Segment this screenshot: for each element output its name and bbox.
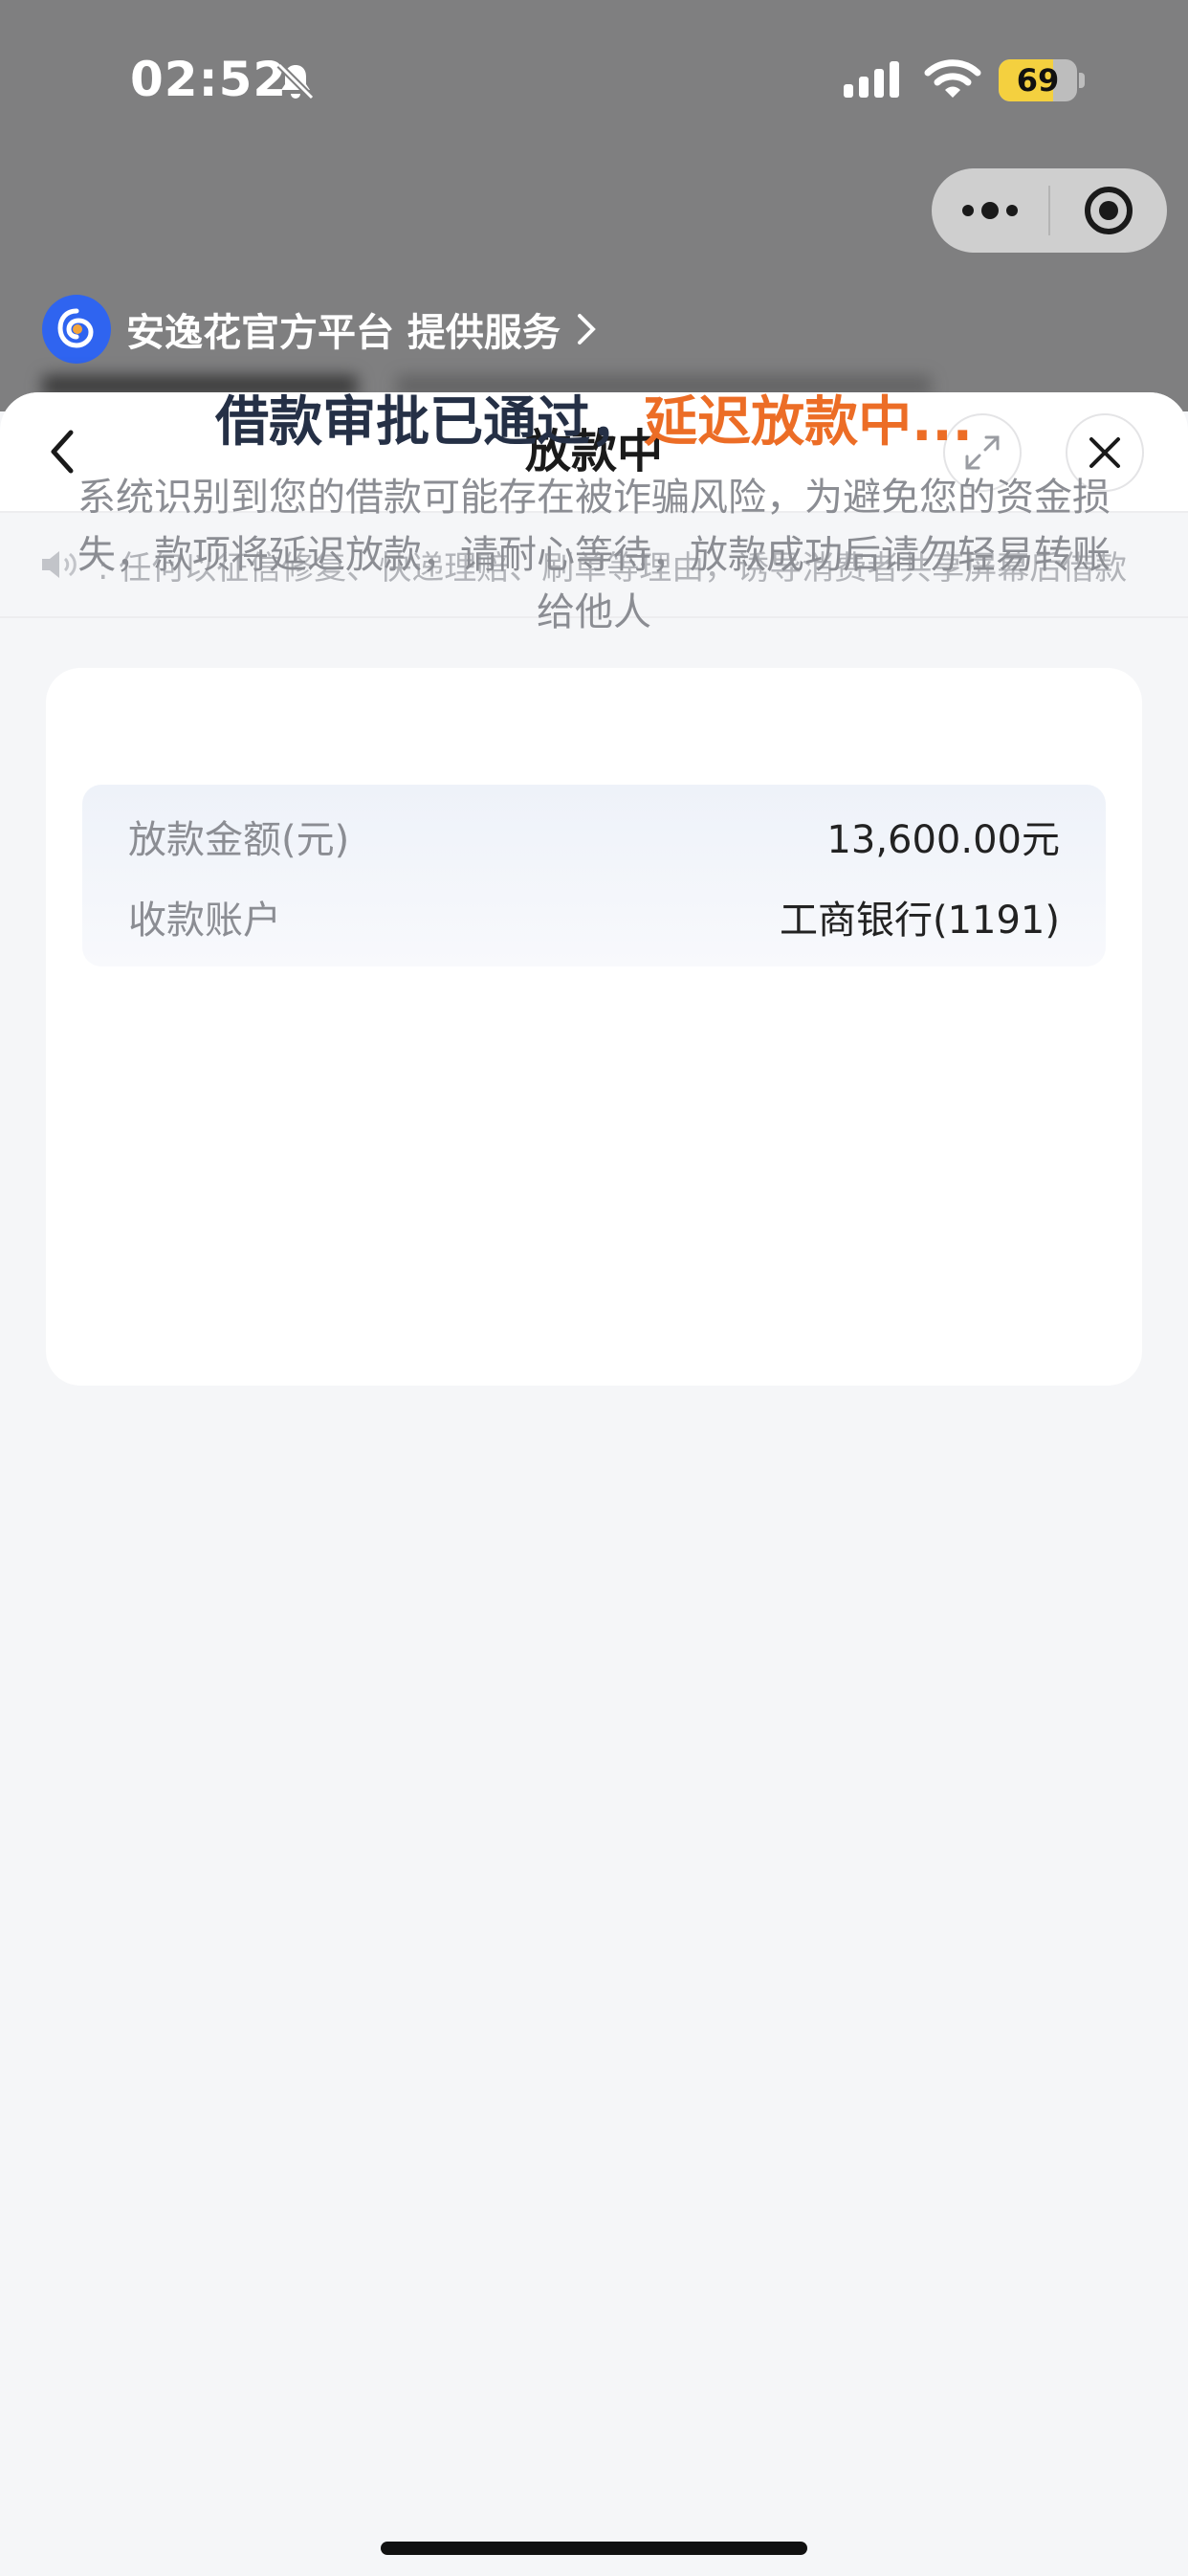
bell-muted-icon [276,62,315,100]
status-title-accent: 延迟放款中... [644,391,973,454]
target-close-icon[interactable] [1050,168,1167,253]
wifi-icon [924,59,981,98]
mini-program-capsule [932,168,1167,253]
home-indicator[interactable] [381,2542,807,2555]
status-title: 借款审批已通过，延迟放款中... [0,379,1188,456]
loan-info-box: 放款金额(元) 13,600.00元 收款账户 工商银行(1191) [82,785,1106,966]
background-page-overlay: 02:52 69 安逸花官方平台 提供服务 [0,0,1188,411]
more-dots-icon[interactable] [932,168,1048,253]
status-time: 02:52 [130,52,288,107]
amount-label: 放款金额(元) [128,818,350,862]
info-row-amount: 放款金额(元) 13,600.00元 [82,808,1106,865]
provider-text: 安逸花官方平台 提供服务 [126,311,561,355]
bottom-sheet: 放款中 : 任何以征信修复、快递理赔、刷单等理由，诱导消费者共享屏幕后借款 [0,392,1188,2576]
info-row-account: 收款账户 工商银行(1191) [82,888,1106,945]
cellular-signal-icon [844,61,899,98]
amount-value: 13,600.00元 [826,818,1060,862]
provider-logo-icon [42,295,111,364]
service-provider-link[interactable]: 安逸花官方平台 提供服务 [42,295,599,364]
account-value: 工商银行(1191) [779,899,1060,943]
battery-level: 69 [1016,62,1060,99]
status-card [46,668,1142,1386]
battery-indicator: 69 [999,59,1085,101]
status-description: 系统识别到您的借款可能存在被诈骗风险，为避免您的资金损失，款项将延迟放款，请耐心… [77,476,1111,634]
account-label: 收款账户 [128,899,281,943]
screen: 02:52 69 安逸花官方平台 提供服务 放款中: 任何以征信修复、快递理赔… [0,0,1188,2576]
status-title-main: 借款审批已通过， [215,391,645,454]
status-bar: 02:52 69 [0,0,1188,153]
chevron-right-icon [577,314,596,344]
